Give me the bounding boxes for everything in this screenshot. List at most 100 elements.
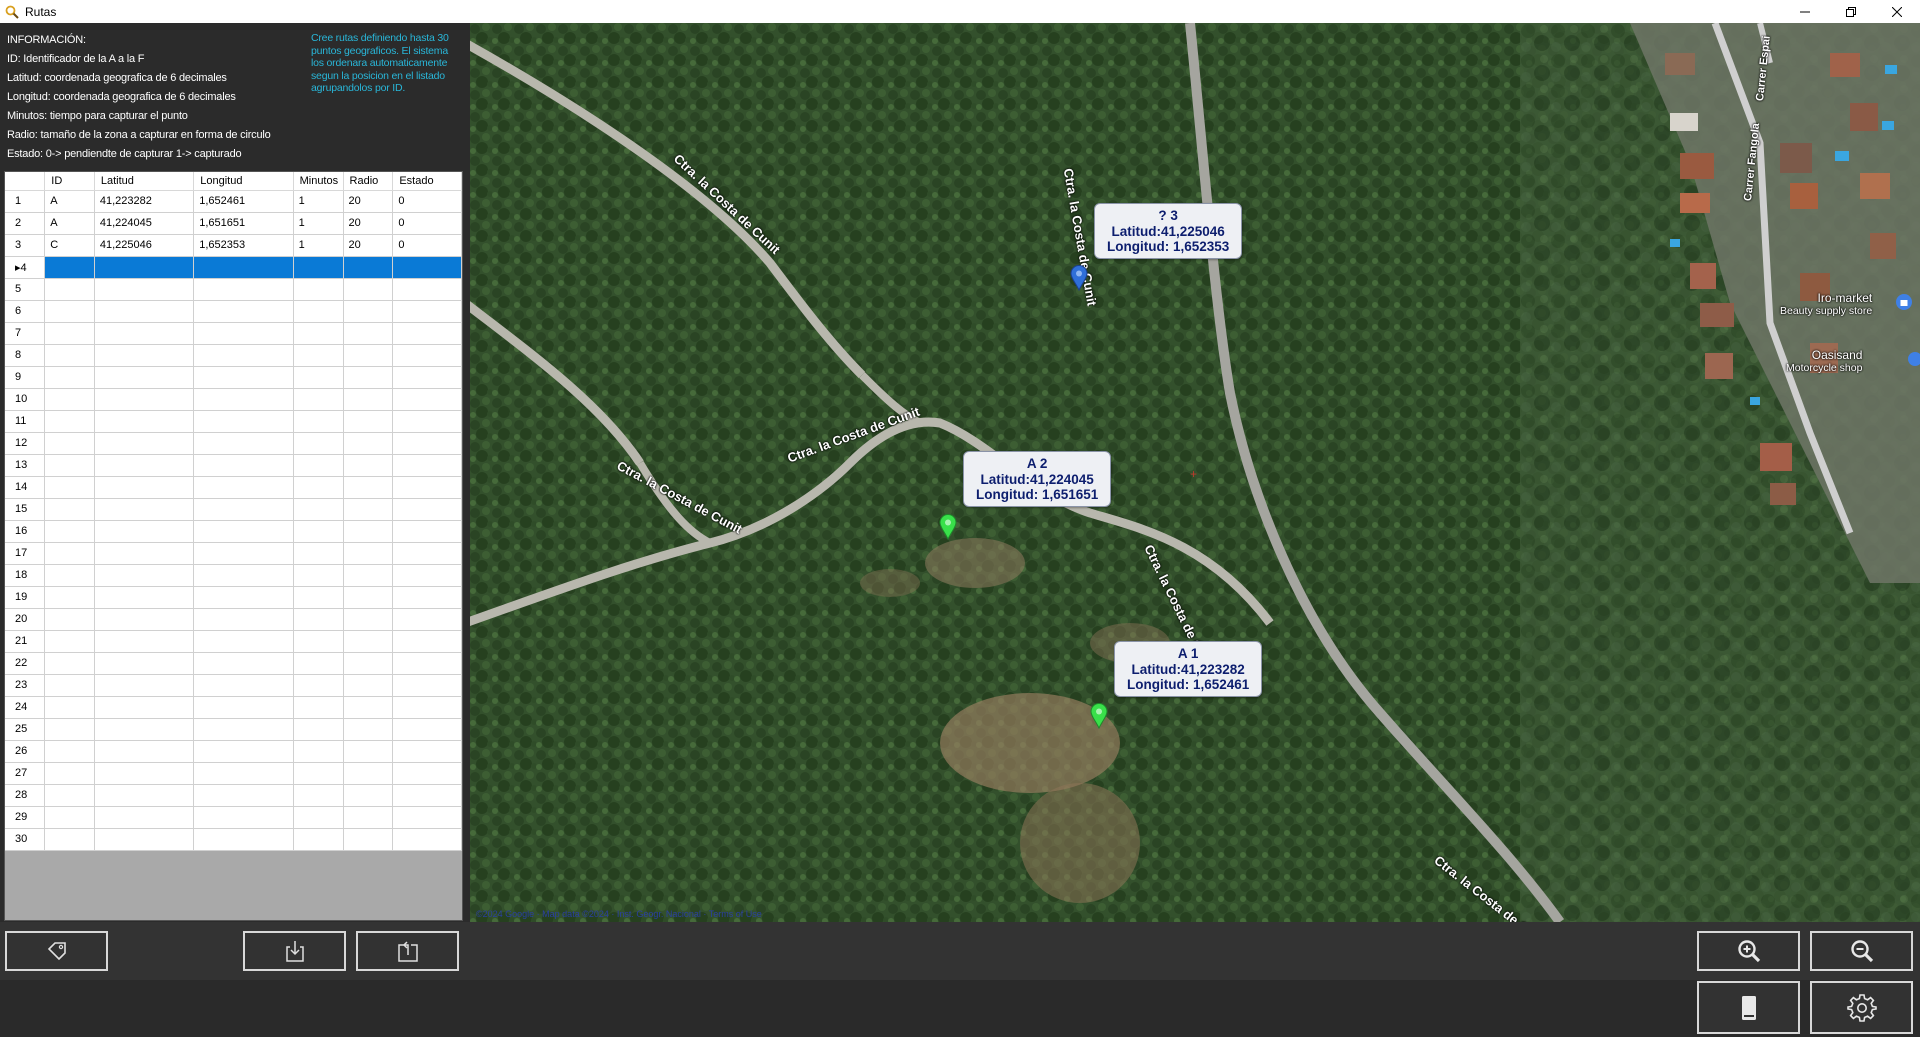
cell-latitud[interactable] <box>94 542 195 565</box>
cell-latitud[interactable] <box>94 806 195 829</box>
device-button[interactable] <box>1697 981 1800 1034</box>
row-header[interactable]: 19 <box>5 586 46 609</box>
cell-estado[interactable] <box>392 432 462 455</box>
cell-id[interactable] <box>44 542 95 565</box>
table-row[interactable]: 17 <box>5 542 462 565</box>
table-row[interactable]: 19 <box>5 586 462 609</box>
cell-estado[interactable] <box>392 718 462 741</box>
table-row[interactable]: 2 A 41,224045 1,651651 1 20 0 <box>5 212 462 235</box>
cell-latitud[interactable] <box>94 256 195 279</box>
cell-minutos[interactable] <box>293 300 344 323</box>
cell-id[interactable] <box>44 564 95 587</box>
cell-latitud[interactable] <box>94 322 195 345</box>
cell-latitud[interactable]: 41,224045 <box>94 212 195 235</box>
cell-estado[interactable]: 0 <box>392 234 462 257</box>
cell-id[interactable] <box>44 256 95 279</box>
row-header[interactable]: 10 <box>5 388 46 411</box>
cell-longitud[interactable] <box>193 300 294 323</box>
column-header-longitud[interactable]: Longitud <box>193 172 294 191</box>
cell-id[interactable] <box>44 740 95 763</box>
cell-id[interactable]: C <box>44 234 95 257</box>
cell-estado[interactable] <box>392 300 462 323</box>
cell-radio[interactable]: 20 <box>343 190 394 213</box>
cell-id[interactable] <box>44 498 95 521</box>
cell-latitud[interactable] <box>94 608 195 631</box>
cell-minutos[interactable]: 1 <box>293 190 344 213</box>
row-header[interactable]: 2 <box>5 212 46 235</box>
cell-minutos[interactable] <box>293 762 344 785</box>
cell-latitud[interactable] <box>94 344 195 367</box>
table-row[interactable]: 14 <box>5 476 462 499</box>
row-header[interactable]: 8 <box>5 344 46 367</box>
cell-id[interactable] <box>44 608 95 631</box>
restore-button[interactable] <box>1828 0 1874 23</box>
cell-longitud[interactable] <box>193 828 294 851</box>
cell-latitud[interactable]: 41,225046 <box>94 234 195 257</box>
cell-minutos[interactable] <box>293 410 344 433</box>
cell-minutos[interactable] <box>293 476 344 499</box>
cell-minutos[interactable] <box>293 366 344 389</box>
row-header[interactable]: 9 <box>5 366 46 389</box>
row-header[interactable]: 20 <box>5 608 46 631</box>
row-header[interactable]: 1 <box>5 190 46 213</box>
cell-estado[interactable]: 0 <box>392 190 462 213</box>
table-row[interactable]: 23 <box>5 674 462 697</box>
map-marker-3[interactable] <box>1070 265 1088 292</box>
cell-radio[interactable] <box>343 410 394 433</box>
table-row[interactable]: 1 A 41,223282 1,652461 1 20 0 <box>5 190 462 213</box>
cell-minutos[interactable] <box>293 564 344 587</box>
cell-radio[interactable] <box>343 542 394 565</box>
column-header-id[interactable]: ID <box>44 172 95 191</box>
row-header[interactable]: 12 <box>5 432 46 455</box>
cell-id[interactable] <box>44 828 95 851</box>
cell-longitud[interactable] <box>193 608 294 631</box>
cell-radio[interactable] <box>343 322 394 345</box>
cell-minutos[interactable] <box>293 278 344 301</box>
table-row[interactable]: 28 <box>5 784 462 807</box>
cell-estado[interactable] <box>392 740 462 763</box>
column-header-estado[interactable]: Estado <box>392 172 462 191</box>
cell-radio[interactable] <box>343 806 394 829</box>
row-header[interactable]: 14 <box>5 476 46 499</box>
map-attribution[interactable]: ©2024 Google · Map data ©2024 · Inst. Ge… <box>476 909 762 919</box>
row-header[interactable]: 25 <box>5 718 46 741</box>
poi-oasisand[interactable]: Oasisand Motorcycle shop <box>1786 348 1862 374</box>
tag-button[interactable] <box>5 931 108 971</box>
cell-latitud[interactable] <box>94 828 195 851</box>
row-header[interactable]: 18 <box>5 564 46 587</box>
cell-estado[interactable]: 0 <box>392 212 462 235</box>
cell-estado[interactable] <box>392 454 462 477</box>
settings-button[interactable] <box>1810 981 1913 1034</box>
cell-latitud[interactable] <box>94 366 195 389</box>
row-header[interactable]: 23 <box>5 674 46 697</box>
cell-estado[interactable] <box>392 652 462 675</box>
cell-longitud[interactable] <box>193 366 294 389</box>
cell-radio[interactable] <box>343 498 394 521</box>
cell-estado[interactable] <box>392 806 462 829</box>
cell-id[interactable]: A <box>44 190 95 213</box>
cell-estado[interactable] <box>392 256 462 279</box>
cell-longitud[interactable] <box>193 410 294 433</box>
cell-id[interactable] <box>44 432 95 455</box>
cell-radio[interactable] <box>343 520 394 543</box>
row-header[interactable]: 16 <box>5 520 46 543</box>
cell-id[interactable] <box>44 520 95 543</box>
cell-minutos[interactable] <box>293 520 344 543</box>
row-header[interactable]: 7 <box>5 322 46 345</box>
cell-longitud[interactable] <box>193 784 294 807</box>
row-header[interactable]: 5 <box>5 278 46 301</box>
cell-latitud[interactable] <box>94 674 195 697</box>
routes-grid[interactable]: ID Latitud Longitud Minutos Radio Estado… <box>4 171 463 921</box>
cell-latitud[interactable] <box>94 762 195 785</box>
cell-minutos[interactable] <box>293 256 344 279</box>
cell-estado[interactable] <box>392 344 462 367</box>
table-row[interactable]: 3 C 41,225046 1,652353 1 20 0 <box>5 234 462 257</box>
cell-latitud[interactable] <box>94 388 195 411</box>
cell-radio[interactable] <box>343 366 394 389</box>
cell-id[interactable] <box>44 410 95 433</box>
cell-radio[interactable] <box>343 718 394 741</box>
table-row[interactable]: 13 <box>5 454 462 477</box>
popup-point-2[interactable]: A 2 Latitud:41,224045 Longitud: 1,651651 <box>963 451 1112 507</box>
cell-id[interactable] <box>44 696 95 719</box>
cell-id[interactable] <box>44 454 95 477</box>
